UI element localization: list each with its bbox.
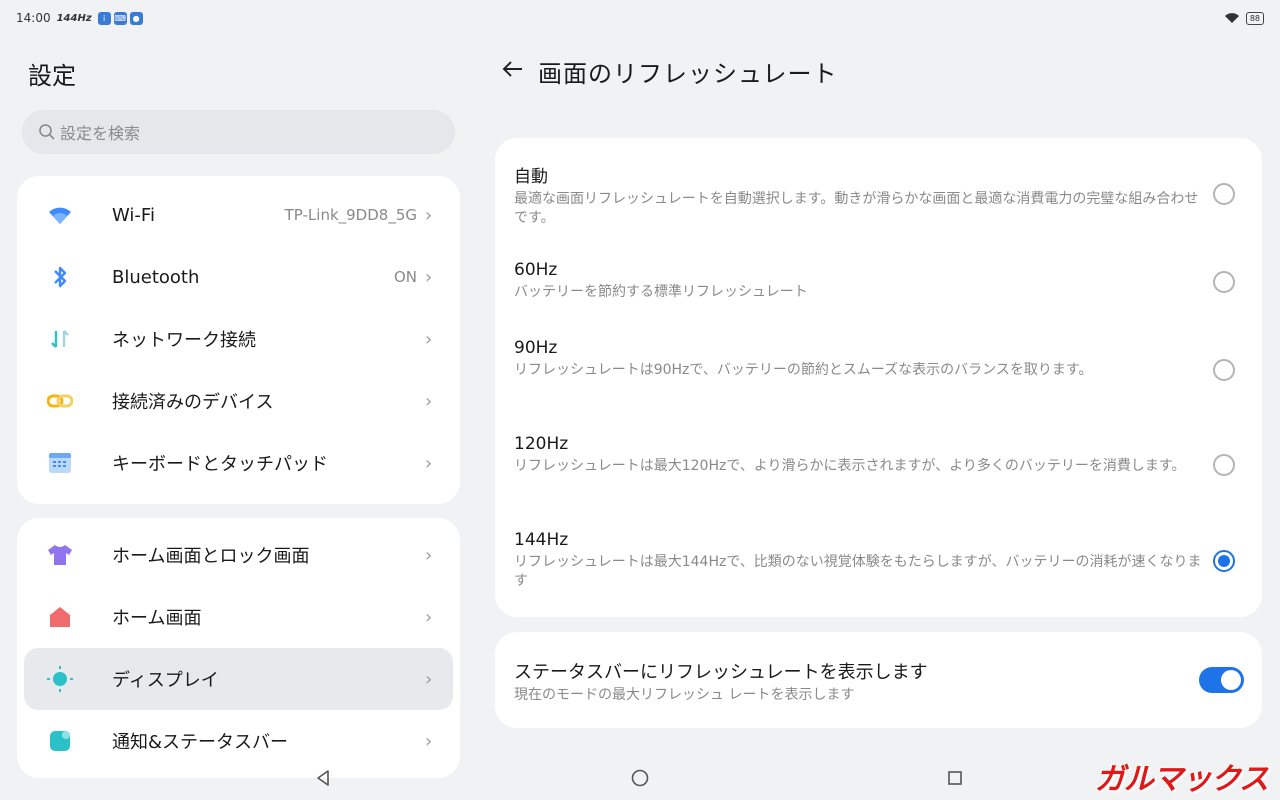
option-description: 最適な画面リフレッシュレートを自動選択します。動きが滑らかな画面と最適な消費電力… xyxy=(514,191,1199,226)
option-144hz[interactable]: 144Hz リフレッシュレートは最大144Hzで、比類のない視覚体験をもたらしま… xyxy=(514,530,1254,591)
detail-page-title: 画面のリフレッシュレート xyxy=(538,60,838,88)
display-group: ホーム画面とロック画面 › ホーム画面 › ディスプレイ › 通知&ステータスバ… xyxy=(17,518,460,778)
network-icon xyxy=(46,325,74,353)
notification-icon xyxy=(46,727,74,755)
option-description: リフレッシュレートは90Hzで、バッテリーの節約とスムーズな表示のバランスを取り… xyxy=(514,362,1093,378)
option-title: 60Hz xyxy=(514,260,558,280)
keyboard-icon xyxy=(46,449,74,477)
connectivity-group: Wi-Fi TP-Link_9DD8_5G › Bluetooth ON › ネ… xyxy=(17,176,460,504)
theme-shirt-icon xyxy=(46,541,74,569)
sidebar-item-label: ディスプレイ xyxy=(112,670,219,691)
option-auto[interactable]: 自動 最適な画面リフレッシュレートを自動選択します。動きが滑らかな画面と最適な消… xyxy=(514,162,1254,228)
sidebar-item-label: Wi-Fi xyxy=(112,204,155,226)
chevron-right-icon: › xyxy=(425,730,433,752)
sidebar-item-wifi[interactable]: Wi-Fi TP-Link_9DD8_5G › xyxy=(24,184,453,246)
show-refresh-rate-switch[interactable] xyxy=(1199,667,1244,693)
recents-nav-icon[interactable] xyxy=(943,766,967,790)
navigation-bar xyxy=(0,756,1280,800)
sidebar-item-label: 接続済みのデバイス xyxy=(112,392,274,413)
info-icon: i xyxy=(97,11,111,25)
page-title: 設定 xyxy=(28,62,76,90)
keyboard-icon: ⌨ xyxy=(113,11,127,25)
search-placeholder: 設定を検索 xyxy=(60,124,141,143)
option-60hz[interactable]: 60Hz バッテリーを節約する標準リフレッシュレート xyxy=(514,260,1254,302)
sidebar-item-label: ホーム画面とロック画面 xyxy=(112,546,310,567)
chevron-right-icon: › xyxy=(425,668,433,690)
statusbar-refresh-toggle-card: ステータスバーにリフレッシュレートを表示します 現在のモードの最大リフレッシュ … xyxy=(495,632,1262,728)
option-description: リフレッシュレートは最大120Hzで、より滑らかに表示されますが、より多くのバッ… xyxy=(514,458,1186,474)
status-bar: 14:00 144Hz i ⌨ ● 88 xyxy=(0,0,1280,36)
sun-icon xyxy=(46,665,74,693)
option-description: リフレッシュレートは最大144Hzで、比類のない視覚体験をもたらしますが、バッテ… xyxy=(514,554,1202,589)
option-title: 144Hz xyxy=(514,530,569,550)
refresh-rate-options: 自動 最適な画面リフレッシュレートを自動選択します。動きが滑らかな画面と最適な消… xyxy=(495,138,1262,617)
radio-144hz[interactable] xyxy=(1213,550,1235,572)
sidebar-item-keyboard[interactable]: キーボードとタッチパッド › xyxy=(24,432,453,494)
chevron-right-icon: › xyxy=(425,266,433,288)
chevron-right-icon: › xyxy=(425,204,433,226)
wifi-icon xyxy=(46,201,74,229)
chevron-right-icon: › xyxy=(425,452,433,474)
radio-90hz[interactable] xyxy=(1213,359,1235,381)
radio-60hz[interactable] xyxy=(1213,271,1235,293)
status-refresh-rate: 144Hz xyxy=(56,12,92,24)
radio-120hz[interactable] xyxy=(1213,454,1235,476)
mic-icon: ● xyxy=(129,11,143,25)
back-arrow-icon[interactable] xyxy=(500,56,526,82)
back-nav-icon[interactable] xyxy=(311,766,335,790)
toggle-title: ステータスバーにリフレッシュレートを表示します xyxy=(514,662,928,683)
chevron-right-icon: › xyxy=(425,390,433,412)
battery-indicator: 88 xyxy=(1245,11,1264,25)
option-title: 120Hz xyxy=(514,434,569,454)
chevron-right-icon: › xyxy=(425,328,433,350)
sidebar-item-label: 通知&ステータスバー xyxy=(112,732,289,753)
home-icon xyxy=(46,603,74,631)
home-nav-icon[interactable] xyxy=(628,766,652,790)
sidebar-item-network[interactable]: ネットワーク接続 › xyxy=(24,308,453,370)
watermark-logo: ガルマックス xyxy=(1094,762,1269,797)
sidebar-item-home-screen[interactable]: ホーム画面 › xyxy=(24,586,453,648)
option-120hz[interactable]: 120Hz リフレッシュレートは最大120Hzで、より滑らかに表示されますが、よ… xyxy=(514,434,1254,476)
option-description: バッテリーを節約する標準リフレッシュレート xyxy=(514,284,808,300)
option-title: 90Hz xyxy=(514,338,558,358)
sidebar-item-bluetooth[interactable]: Bluetooth ON › xyxy=(24,246,453,308)
sidebar-item-display[interactable]: ディスプレイ › xyxy=(24,648,453,710)
option-90hz[interactable]: 90Hz リフレッシュレートは90Hzで、バッテリーの節約とスムーズな表示のバラ… xyxy=(514,338,1254,380)
sidebar-item-label: ネットワーク接続 xyxy=(112,330,256,351)
sidebar-item-home-lock[interactable]: ホーム画面とロック画面 › xyxy=(24,524,453,586)
sidebar-item-label: ホーム画面 xyxy=(112,608,202,629)
search-icon xyxy=(39,124,55,140)
status-right: 88 xyxy=(1224,11,1264,25)
bluetooth-icon xyxy=(46,263,74,291)
link-icon xyxy=(46,387,74,415)
wifi-status-icon xyxy=(1224,13,1239,23)
chevron-right-icon: › xyxy=(425,544,433,566)
wifi-network-value: TP-Link_9DD8_5G xyxy=(284,206,417,224)
status-time: 14:00 xyxy=(16,11,51,25)
bluetooth-status-value: ON xyxy=(393,268,417,286)
option-title: 自動 xyxy=(514,167,548,187)
sidebar-item-label: キーボードとタッチパッド xyxy=(112,454,328,475)
radio-auto[interactable] xyxy=(1213,183,1235,205)
settings-sidebar: 設定 設定を検索 Wi-Fi TP-Link_9DD8_5G › Bluetoo… xyxy=(0,36,478,778)
chevron-right-icon: › xyxy=(425,606,433,628)
sidebar-item-connected-devices[interactable]: 接続済みのデバイス › xyxy=(24,370,453,432)
sidebar-item-label: Bluetooth xyxy=(112,266,200,288)
search-input[interactable]: 設定を検索 xyxy=(22,110,455,154)
toggle-description: 現在のモードの最大リフレッシュ レートを表示します xyxy=(514,687,855,703)
